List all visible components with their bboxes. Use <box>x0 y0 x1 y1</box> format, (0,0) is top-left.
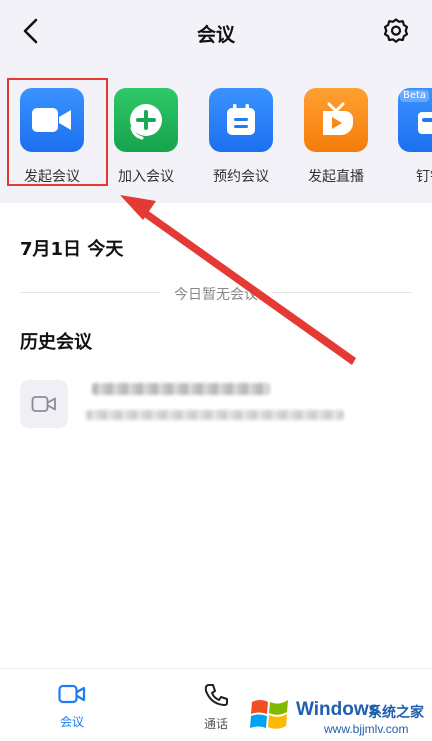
date-heading: 7月1日 今天 <box>20 239 124 260</box>
qa-label: 预约会议 <box>213 169 269 185</box>
video-camera-outline-icon <box>31 396 56 412</box>
page-title: 会议 <box>196 24 235 46</box>
phone-icon <box>204 684 228 706</box>
gear-icon <box>383 18 409 43</box>
history-meeting-item[interactable] <box>20 380 412 430</box>
tab-meeting[interactable]: 会议 <box>32 683 112 730</box>
qa-icon-tile <box>209 88 273 152</box>
tv-play-icon <box>323 102 353 135</box>
qa-label: 加入会议 <box>118 169 174 185</box>
video-camera-icon <box>58 684 86 704</box>
qa-icon-tile <box>20 88 84 152</box>
blurred-meeting-title <box>92 383 270 395</box>
qa-label: 发起会议 <box>24 169 80 185</box>
qa-icon-tile: Beta <box>398 88 432 152</box>
empty-state-text: 今日暂无会议 <box>0 284 432 304</box>
start-live-button[interactable]: 发起直播 <box>296 86 376 186</box>
qa-label: 发起直播 <box>308 169 364 185</box>
tab-label: 会议 <box>59 715 84 729</box>
dingtalk-app-button[interactable]: Beta 钉钉 <box>390 86 432 186</box>
blurred-meeting-meta <box>86 410 344 420</box>
video-camera-icon <box>32 108 71 132</box>
tab-label: 通话 <box>203 717 228 731</box>
bottom-tab-bar: 会议 通话 <box>0 668 432 741</box>
history-heading: 历史会议 <box>20 332 92 353</box>
calendar-icon <box>227 104 255 135</box>
tab-call[interactable]: 通话 <box>176 683 256 732</box>
qa-label: 钉钉 <box>416 169 432 185</box>
join-meeting-button[interactable]: 加入会议 <box>106 86 186 186</box>
app-header: 会议 <box>0 0 432 64</box>
history-item-icon-tile <box>20 380 68 428</box>
schedule-meeting-button[interactable]: 预约会议 <box>201 86 281 186</box>
start-meeting-button[interactable]: 发起会议 <box>12 86 92 186</box>
qa-icon-tile <box>304 88 368 152</box>
app-window-icon <box>418 112 432 134</box>
quick-actions-row: 发起会议 加入会议 预约会议 发起直播 Beta 钉 <box>0 86 432 196</box>
settings-button[interactable] <box>380 15 412 47</box>
beta-badge: Beta <box>400 90 430 102</box>
qa-icon-tile <box>114 88 178 152</box>
plus-circle-icon <box>130 104 162 140</box>
